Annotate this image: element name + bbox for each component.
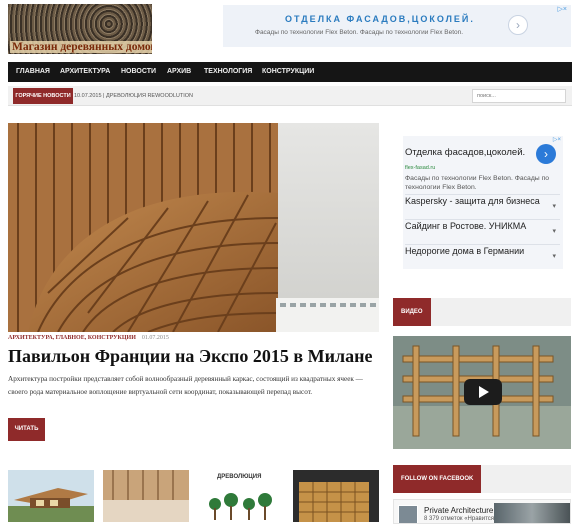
thumbnail-2[interactable] [103, 470, 189, 522]
top-ad-subtitle: Фасады по технологии Flex Beton. Фасады … [255, 29, 464, 36]
top-banner-ad[interactable]: ▷× ОТДЕЛКА ФАСАДОВ,ЦОКОЛЕЙ. Фасады по те… [223, 5, 571, 47]
play-icon[interactable] [464, 379, 502, 405]
nav-item-constructions[interactable]: КОНСТРУКЦИИ [262, 62, 314, 82]
sidebar-ad-link-label: Kaspersky - защита для бизнеса [405, 196, 540, 206]
nav-item-news[interactable]: НОВОСТИ [121, 62, 156, 82]
pavilion-illustration [8, 123, 379, 332]
breaking-news-link[interactable]: 10.07.2015 | ДРЕВОЛЮЦИЯ REWOODLUTION [74, 86, 193, 106]
search-input[interactable] [472, 89, 566, 103]
sidebar-ad-link[interactable]: Сайдинг в Ростове. УНИКМА ▾ [405, 219, 560, 241]
main-nav: ГЛАВНАЯ АРХИТЕКТУРА НОВОСТИ АРХИВ ТЕХНОЛ… [8, 62, 572, 82]
facebook-page-avatar [398, 505, 418, 523]
sidebar-ad-description: Фасады по технологии Flex Beton. Фасады … [405, 175, 550, 191]
sidebar-ad-link[interactable]: Недорогие дома в Германии ▾ [405, 244, 560, 266]
sidebar-ad-link[interactable]: Kaspersky - защита для бизнеса ▾ [405, 194, 560, 216]
facebook-likes-count: 8 379 отметок «Нравится» [424, 516, 498, 522]
nav-item-architecture[interactable]: АРХИТЕКТУРА [60, 62, 110, 82]
article-date: 01.07.2015 [141, 335, 169, 341]
building-thumbnail-image [293, 470, 379, 522]
nav-item-technology[interactable]: ТЕХНОЛОГИЯ [204, 62, 252, 82]
sidebar-ad-link-label: Недорогие дома в Германии [405, 246, 525, 256]
facebook-page-name[interactable]: Private Architecture [424, 506, 493, 515]
chevron-right-icon[interactable]: › [508, 15, 528, 35]
adchoices-icon[interactable]: ▷× [558, 5, 567, 13]
article-categories[interactable]: АРХИТЕКТУРА, ГЛАВНОЕ, КОНСТРУКЦИИ [8, 335, 136, 341]
chevron-right-icon[interactable]: › [536, 144, 556, 164]
site-logo[interactable]: Магазин деревянных домов [8, 4, 152, 54]
article-title[interactable]: Павильон Франции на Экспо 2015 в Милане [8, 346, 372, 367]
facebook-section-label: FOLLOW ON FACEBOOK [393, 465, 482, 493]
featured-image[interactable] [8, 123, 379, 332]
facebook-section-header: FOLLOW ON FACEBOOK [393, 465, 571, 493]
thumbnail-3-caption: ДРЕВОЛЮЦИЯ [217, 474, 262, 480]
sidebar-ad-title[interactable]: Отделка фасадов,цоколей. [405, 147, 525, 158]
facebook-widget[interactable]: Private Architecture 8 379 отметок «Нрав… [393, 499, 571, 524]
read-more-button[interactable]: ЧИТАТЬ [8, 418, 45, 441]
chevron-down-icon: ▾ [552, 228, 556, 235]
adchoices-icon[interactable]: ▷× [553, 136, 561, 143]
video-section-label: ВИДЕО [393, 298, 431, 326]
interior-thumbnail-image [103, 470, 189, 522]
nav-item-archive[interactable]: АРХИВ [167, 62, 191, 82]
video-section-header: ВИДЕО [393, 298, 571, 326]
facebook-cover-image [494, 503, 570, 523]
sidebar-ad[interactable]: ▷× Отделка фасадов,цоколей. › flex-fasad… [403, 136, 563, 269]
top-ad-title[interactable]: ОТДЕЛКА ФАСАДОВ,ЦОКОЛЕЙ. [285, 14, 475, 24]
thumbnail-4[interactable] [293, 470, 379, 522]
thumbnail-1[interactable] [8, 470, 94, 522]
nav-item-home[interactable]: ГЛАВНАЯ [16, 62, 50, 82]
chevron-down-icon: ▾ [552, 203, 556, 210]
article-meta: АРХИТЕКТУРА, ГЛАВНОЕ, КОНСТРУКЦИИ 01.07.2… [8, 335, 169, 341]
house-thumbnail-image [8, 470, 94, 522]
article-excerpt: Архитектура постройки представляет собой… [8, 375, 363, 396]
thumbnail-3[interactable]: ДРЕВОЛЮЦИЯ [197, 470, 283, 522]
logo-text: Магазин деревянных домов [10, 41, 152, 53]
sidebar-ad-url[interactable]: flex-fasad.ru [405, 165, 435, 171]
sidebar-ad-link-label: Сайдинг в Ростове. УНИКМА [405, 221, 527, 231]
chevron-down-icon: ▾ [552, 253, 556, 260]
breaking-news-label: ГОРЯЧИЕ НОВОСТИ [13, 88, 73, 104]
video-player[interactable] [393, 336, 571, 449]
